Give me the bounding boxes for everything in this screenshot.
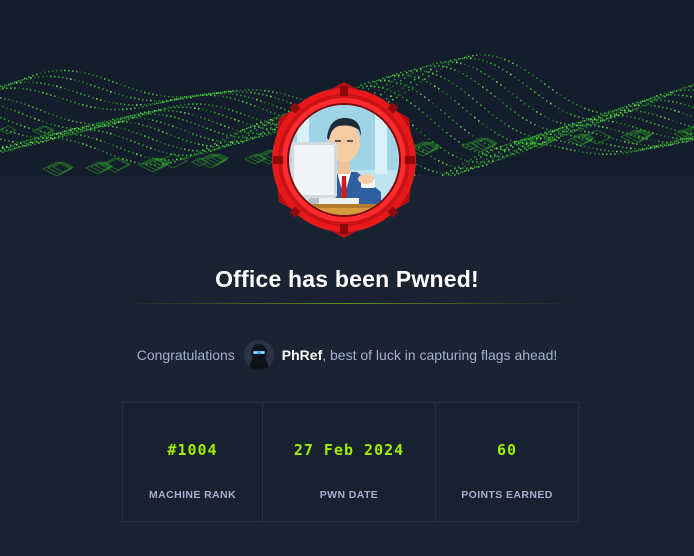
points-earned-label: POINTS EARNED	[461, 489, 553, 501]
page-title: Office has been Pwned!	[215, 266, 479, 292]
pwn-date-value: 27 Feb 2024	[293, 441, 405, 459]
stat-machine-rank: #1004 MACHINE RANK	[123, 403, 262, 521]
pwn-date-label: PWN DATE	[319, 489, 379, 501]
stat-pwn-date: 27 Feb 2024 PWN DATE	[262, 403, 435, 521]
machine-avatar	[269, 80, 419, 240]
username-link[interactable]: PhRef	[282, 347, 322, 363]
congrats-suffix: , best of luck in capturing flags ahead!	[322, 347, 558, 363]
title-divider	[125, 303, 570, 304]
congratulations-line: Congratulations PhRef , best of luck in …	[0, 340, 694, 370]
machine-rank-label: MACHINE RANK	[148, 489, 237, 501]
stat-points-earned: 60 POINTS EARNED	[435, 403, 578, 521]
office-worker-avatar-icon	[272, 82, 416, 238]
pwned-page: Office has been Pwned! Congratulations P…	[0, 0, 694, 556]
user-avatar[interactable]	[243, 340, 274, 370]
machine-rank-value: #1004	[167, 441, 218, 459]
hooded-user-avatar-icon	[243, 340, 274, 370]
congrats-prefix: Congratulations	[136, 347, 235, 363]
points-earned-value: 60	[496, 441, 518, 459]
stats-panel: #1004 MACHINE RANK 27 Feb 2024 PWN DATE …	[122, 402, 579, 522]
